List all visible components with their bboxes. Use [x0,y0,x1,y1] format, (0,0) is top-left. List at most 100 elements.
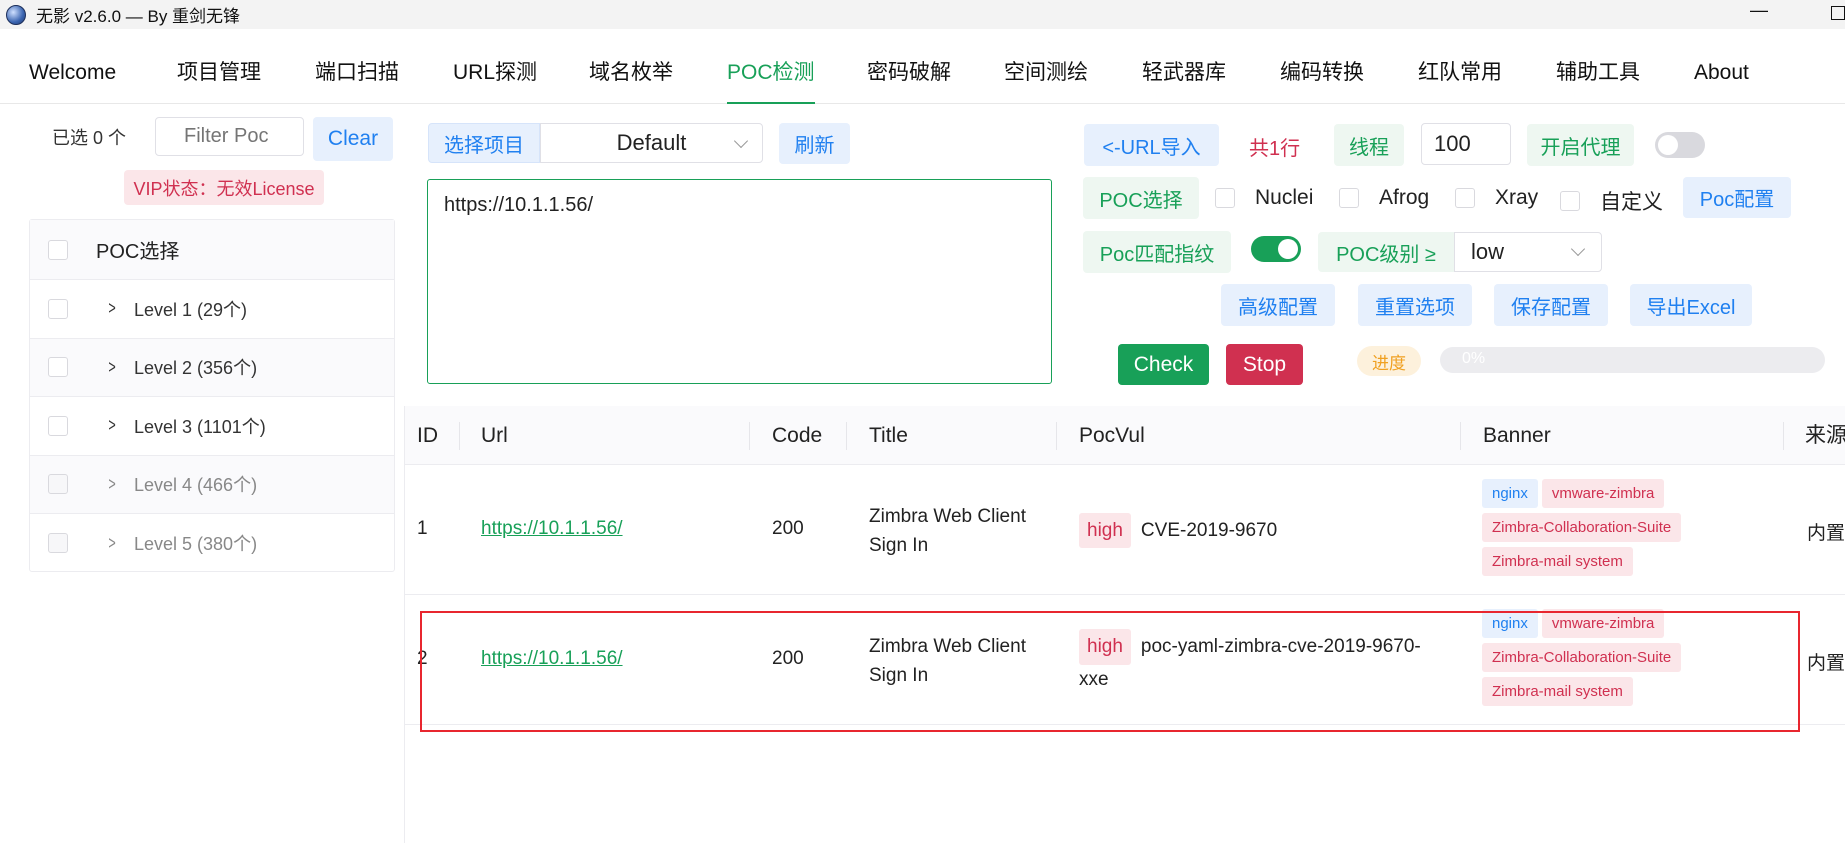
cell-url-link[interactable]: https://10.1.1.56/ [481,518,623,540]
maximize-button[interactable] [1831,6,1845,20]
level-checkbox[interactable] [48,415,68,436]
project-select[interactable]: Default [540,123,763,163]
selected-count: 已选 0 个 [52,128,127,148]
tree-row-level-3[interactable]: > Level 3 (1101个) [30,397,394,456]
menu-light-arsenal[interactable]: 轻武器库 [1142,29,1226,104]
col-title[interactable]: Title [869,406,908,465]
tree-row-level-5[interactable]: > Level 5 (380个) [30,514,394,573]
cell-banner: nginx vmware-zimbra Zimbra-Collaboration-… [1482,479,1742,581]
menu-poc-detect[interactable]: POC检测 [727,29,815,104]
cell-id: 1 [417,518,428,539]
menu-aux-tools[interactable]: 辅助工具 [1556,29,1640,104]
menu-redteam[interactable]: 红队常用 [1418,29,1502,104]
column-divider[interactable] [1056,422,1057,450]
level-checkbox[interactable] [48,298,68,319]
chevron-right-icon[interactable]: > [108,357,119,378]
vip-status-badge: VIP状态：无效License [124,170,324,205]
xray-checkbox[interactable] [1455,188,1475,208]
column-divider[interactable] [749,422,750,450]
chevron-right-icon[interactable]: > [108,474,119,495]
afrog-checkbox[interactable] [1339,188,1359,208]
chevron-right-icon[interactable]: > [108,298,119,319]
nuclei-checkbox[interactable] [1215,188,1235,208]
poc-level-select[interactable]: low [1454,232,1602,272]
menu-url-probe[interactable]: URL探测 [453,29,537,104]
fingerprint-toggle[interactable] [1251,236,1301,262]
window-title: 无影 v2.6.0 — By 重剑无锋 [36,7,241,26]
level-checkbox[interactable] [48,474,68,495]
engine-label: Nuclei [1255,186,1314,209]
col-banner[interactable]: Banner [1483,406,1551,465]
banner-tag: Zimbra-Collaboration-Suite [1482,513,1682,542]
poc-config-button[interactable]: Poc配置 [1683,177,1791,218]
col-id[interactable]: ID [417,406,438,465]
proxy-toggle[interactable] [1655,132,1705,158]
column-divider[interactable] [1783,422,1784,450]
menu-password-crack[interactable]: 密码破解 [867,29,951,104]
engine-label: 自定义 [1600,191,1663,214]
cell-source: 内置 [1807,653,1845,674]
custom-checkbox[interactable] [1560,191,1580,211]
minimize-button[interactable]: — [1750,0,1768,21]
url-textarea[interactable]: https://10.1.1.56/ [427,179,1052,384]
chevron-down-icon [733,133,749,149]
cell-source: 内置 [1807,523,1845,544]
level-label: Level 4 (466个) [134,475,258,496]
level-checkbox[interactable] [48,357,68,378]
chevron-right-icon[interactable]: > [108,533,119,554]
tree-row-level-1[interactable]: > Level 1 (29个) [30,280,394,339]
col-code[interactable]: Code [772,406,822,465]
thread-label: 线程 [1334,124,1404,166]
engine-xray[interactable]: Xray [1455,186,1538,210]
level-checkbox[interactable] [48,533,68,554]
column-divider[interactable] [846,422,847,450]
refresh-button[interactable]: 刷新 [779,123,850,164]
tree-row-level-4[interactable]: > Level 4 (466个) [30,455,394,514]
poc-tree: POC选择 > Level 1 (29个) > Level 2 (356个) >… [29,219,395,572]
menu-domain-enum[interactable]: 域名枚举 [589,29,673,104]
poc-select-label: POC选择 [1083,177,1199,219]
menu-port-scan[interactable]: 端口扫描 [315,29,399,104]
menu-encoding[interactable]: 编码转换 [1280,29,1364,104]
save-config-button[interactable]: 保存配置 [1494,284,1608,326]
project-select-value: Default [616,130,687,155]
menu-about[interactable]: About [1694,29,1749,104]
cell-title: Zimbra Web Client Sign In [869,506,1026,556]
advanced-config-button[interactable]: 高级配置 [1221,284,1335,326]
menu-welcome[interactable]: Welcome [29,29,116,104]
column-divider[interactable] [459,422,460,450]
check-button[interactable]: Check [1118,344,1209,385]
engine-custom[interactable]: 自定义 [1560,186,1663,216]
severity-badge: high [1079,513,1131,548]
banner-tag: vmware-zimbra [1541,479,1665,508]
menu-project-management[interactable]: 项目管理 [177,29,261,104]
engine-label: Xray [1495,186,1539,209]
col-pocvul[interactable]: PocVul [1079,406,1145,465]
engine-nuclei[interactable]: Nuclei [1215,186,1313,210]
stop-button[interactable]: Stop [1226,344,1303,385]
tree-row-level-2[interactable]: > Level 2 (356个) [30,338,394,397]
table-header: ID Url Code Title PocVul Banner 来源 [405,406,1845,465]
url-textarea-content: https://10.1.1.56/ [444,194,593,216]
poc-level-label: POC级别 ≥ [1318,232,1454,272]
url-import-button[interactable]: <-URL导入 [1084,124,1219,166]
poc-tree-header: POC选择 [30,220,394,280]
select-all-checkbox[interactable] [48,239,68,260]
export-excel-button[interactable]: 导出Excel [1630,284,1752,326]
col-url[interactable]: Url [481,406,508,465]
cell-pocvul: high CVE-2019-9670 [1079,513,1449,548]
level-label: Level 1 (29个) [134,299,248,320]
menu-space-mapping[interactable]: 空间测绘 [1004,29,1088,104]
reset-options-button[interactable]: 重置选项 [1358,284,1472,326]
filter-poc-input[interactable] [155,117,304,156]
clear-button[interactable]: Clear [313,117,393,161]
thread-input[interactable]: 100 [1421,123,1511,165]
chevron-right-icon[interactable]: > [108,415,119,436]
col-source[interactable]: 来源 [1805,406,1845,465]
table-row[interactable]: 1 https://10.1.1.56/ 200 Zimbra Web Clie… [405,465,1845,595]
column-divider[interactable] [1460,422,1461,450]
poc-tree-title: POC选择 [96,241,180,263]
engine-afrog[interactable]: Afrog [1339,186,1429,210]
proxy-label: 开启代理 [1527,124,1634,166]
level-label: Level 2 (356个) [134,358,258,379]
